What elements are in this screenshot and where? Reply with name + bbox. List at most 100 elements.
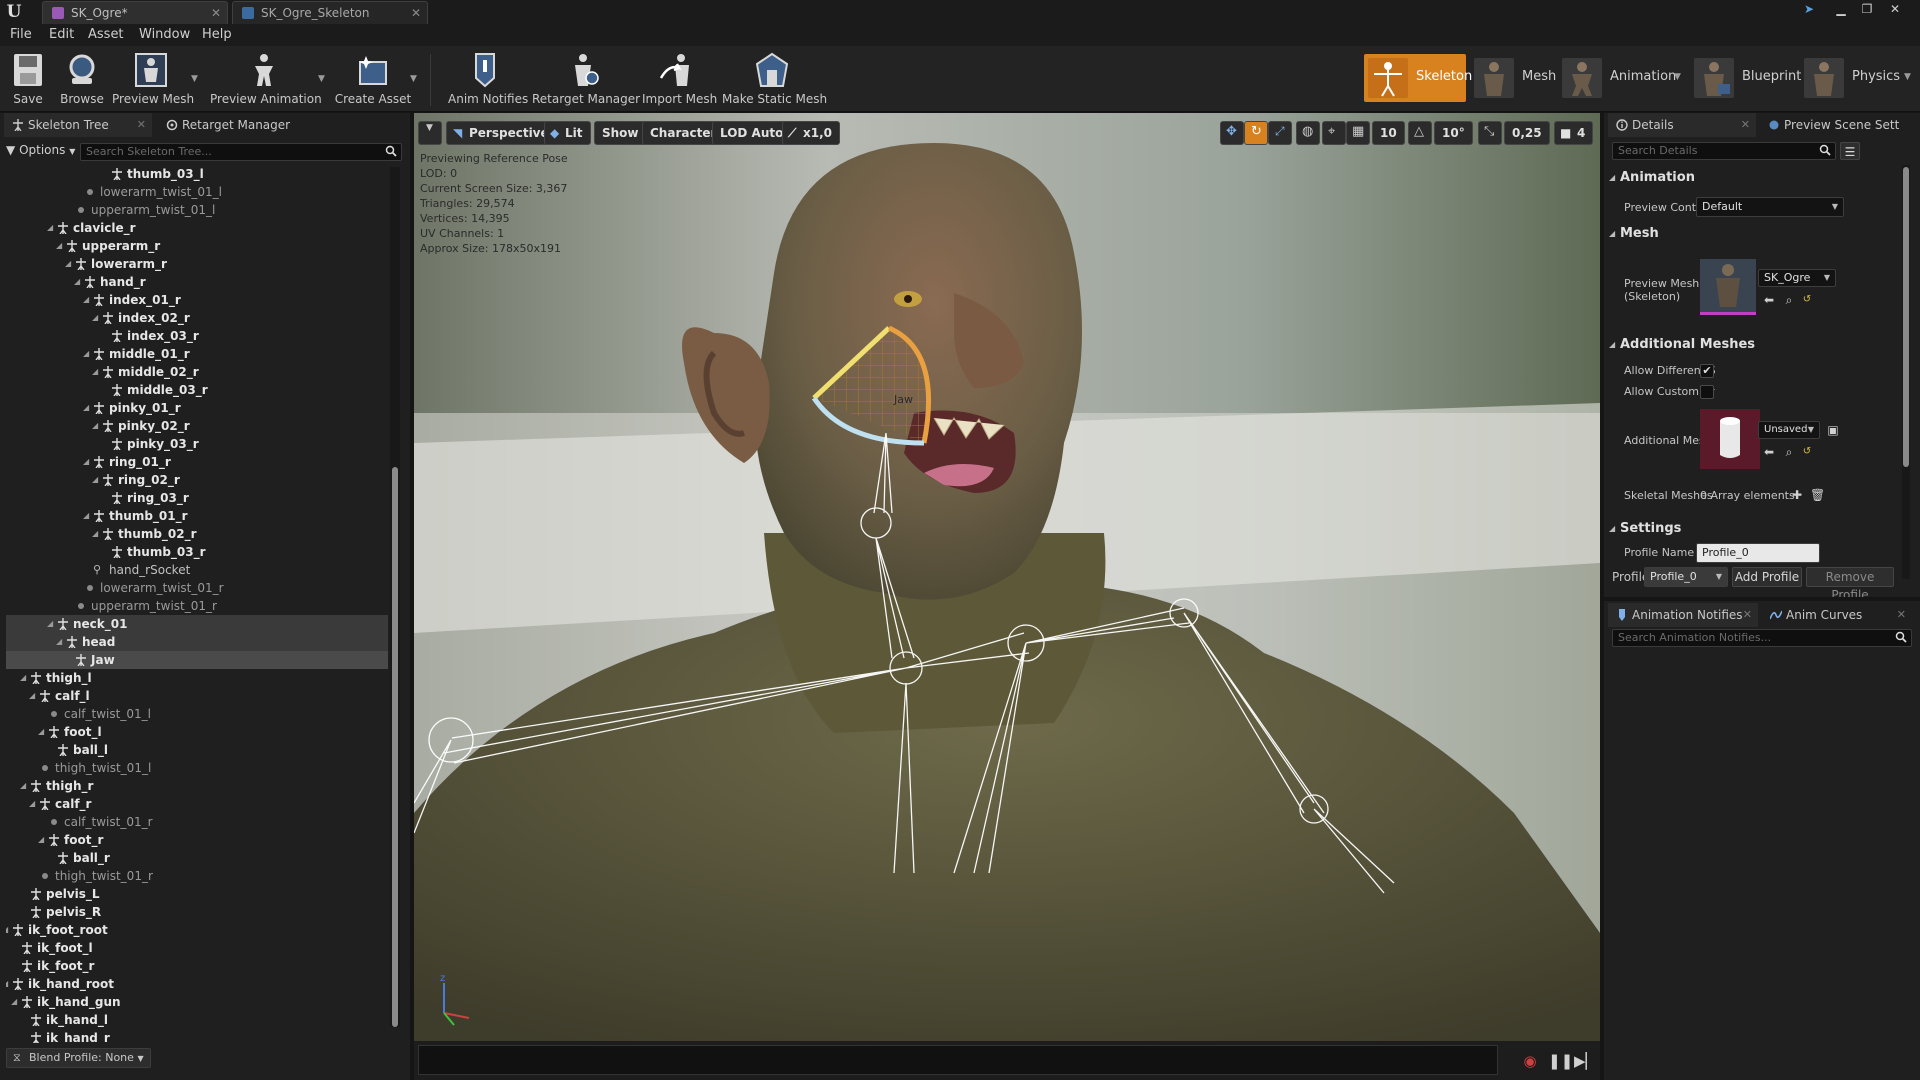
section-animation[interactable]: ◢ Animation [1608, 167, 1912, 189]
tab-skeleton-tree[interactable]: Skeleton Tree ✕ [4, 113, 152, 137]
profile-name-input[interactable]: Profile_0 [1696, 543, 1820, 563]
doc-tab-sk-ogre[interactable]: SK_Ogre* ✕ [42, 1, 228, 24]
expand-collapse-icon[interactable]: ◢ [38, 831, 47, 849]
mode-mesh-button[interactable]: Mesh [1470, 54, 1556, 102]
camera-speed-button[interactable]: ■ 4 [1554, 121, 1594, 145]
scale-snap-icon[interactable]: ⤡ [1478, 121, 1502, 145]
show-button[interactable]: Show [594, 121, 647, 145]
tree-row-hand_rsocket[interactable]: ⚲ hand_rSocket [6, 561, 388, 579]
close-tab-icon[interactable]: ✕ [137, 113, 146, 137]
search-details-input[interactable]: Search Details [1612, 142, 1836, 160]
physics-mode-dropdown-icon[interactable]: ▼ [1904, 72, 1911, 82]
expand-collapse-icon[interactable]: ◢ [83, 453, 92, 471]
tree-row-thumb_03_l[interactable]: thumb_03_l [6, 165, 388, 183]
tree-row-calf_r[interactable]: ◢ calf_r [6, 795, 388, 813]
rotation-snap-icon[interactable]: △ [1408, 121, 1432, 145]
perspective-button[interactable]: ◥ Perspective [446, 121, 557, 145]
tree-row-lowerarm_twist_01_l[interactable]: lowerarm_twist_01_l [6, 183, 388, 201]
tree-row-pinky_02_r[interactable]: ◢ pinky_02_r [6, 417, 388, 435]
tree-row-thumb_02_r[interactable]: ◢ thumb_02_r [6, 525, 388, 543]
tree-row-ring_01_r[interactable]: ◢ ring_01_r [6, 453, 388, 471]
tree-row-pinky_01_r[interactable]: ◢ pinky_01_r [6, 399, 388, 417]
tab-details[interactable]: Details ✕ [1608, 113, 1756, 137]
tree-row-foot_l[interactable]: ◢ foot_l [6, 723, 388, 741]
translate-tool-icon[interactable]: ✥ [1220, 121, 1244, 145]
tree-row-jaw[interactable]: Jaw [6, 651, 388, 669]
close-tab-icon[interactable]: ✕ [211, 2, 221, 24]
tree-row-calf_twist_01_l[interactable]: calf_twist_01_l [6, 705, 388, 723]
expand-collapse-icon[interactable]: ◢ [65, 255, 74, 273]
doc-tab-sk-ogre-skeleton[interactable]: SK_Ogre_Skeleton ✕ [232, 1, 428, 24]
menu-file[interactable]: File [10, 27, 32, 42]
expand-collapse-icon[interactable]: ◢ [6, 921, 11, 939]
expand-collapse-icon[interactable]: ◢ [92, 525, 101, 543]
minimize-icon[interactable]: ▁ [1830, 0, 1852, 20]
create-asset-dropdown-icon[interactable]: ▼ [410, 74, 417, 84]
tree-row-lowerarm_twist_01_r[interactable]: lowerarm_twist_01_r [6, 579, 388, 597]
lit-button[interactable]: ◆ Lit [544, 121, 591, 145]
tree-row-calf_twist_01_r[interactable]: calf_twist_01_r [6, 813, 388, 831]
tree-row-upperarm_r[interactable]: ◢ upperarm_r [6, 237, 388, 255]
reset-to-default-icon[interactable]: ↺ [1800, 293, 1814, 307]
expand-collapse-icon[interactable]: ◢ [92, 471, 101, 489]
mode-skeleton-button[interactable]: Skeleton [1364, 54, 1472, 102]
expand-collapse-icon[interactable]: ◢ [92, 417, 101, 435]
preview-mesh-select[interactable]: SK_Ogre ▼ [1758, 269, 1836, 287]
tree-row-ball_r[interactable]: ball_r [6, 849, 388, 867]
mode-blueprint-button[interactable]: Blueprint [1690, 54, 1801, 102]
expand-collapse-icon[interactable]: ◢ [38, 723, 47, 741]
additional-mesh-thumbnail[interactable] [1700, 409, 1760, 469]
scrollbar-thumb[interactable] [392, 467, 398, 1027]
rotation-snap-value[interactable]: 10° [1434, 121, 1473, 145]
tree-row-middle_01_r[interactable]: ◢ middle_01_r [6, 345, 388, 363]
tree-row-clavicle_r[interactable]: ◢ clavicle_r [6, 219, 388, 237]
expand-collapse-icon[interactable]: ◢ [29, 687, 38, 705]
expand-collapse-icon[interactable]: ◢ [47, 615, 56, 633]
close-window-icon[interactable]: ✕ [1884, 0, 1906, 20]
use-selected-asset-icon[interactable]: ⬅ [1762, 445, 1776, 459]
tab-retarget-manager[interactable]: Retarget Manager [158, 113, 300, 137]
expand-collapse-icon[interactable]: ◢ [83, 399, 92, 417]
use-selected-asset-icon[interactable]: ⬅ [1762, 293, 1776, 307]
preview-mesh-thumbnail[interactable] [1700, 259, 1756, 315]
tree-row-ik_foot_root[interactable]: ◢ ik_foot_root [6, 921, 388, 939]
step-forward-icon[interactable]: ▶▏ [1574, 1051, 1597, 1071]
scale-snap-value[interactable]: 0,25 [1504, 121, 1550, 145]
pause-icon[interactable]: ❚❚ [1548, 1051, 1573, 1071]
tree-row-pelvis_l[interactable]: pelvis_L [6, 885, 388, 903]
expand-collapse-icon[interactable]: ◢ [29, 795, 38, 813]
expand-collapse-icon[interactable]: ◢ [83, 507, 92, 525]
close-tab-icon[interactable]: ✕ [1741, 113, 1750, 137]
expand-collapse-icon[interactable]: ◢ [74, 273, 83, 291]
preview-mesh-button[interactable]: Preview Mesh [112, 50, 194, 108]
tab-animation-notifies[interactable]: Animation Notifies ✕ [1608, 603, 1758, 627]
tree-scrollbar[interactable] [390, 167, 400, 1027]
blend-profile-dropdown[interactable]: ⧖ Blend Profile: None ▼ [6, 1048, 151, 1068]
scale-tool-icon[interactable]: ⤢ [1268, 121, 1292, 145]
additional-mesh-select[interactable]: Unsaved ▼ [1758, 421, 1820, 439]
rotate-tool-icon[interactable]: ↻ [1244, 121, 1268, 145]
menu-help[interactable]: Help [202, 27, 232, 42]
menu-window[interactable]: Window [139, 27, 190, 42]
animation-mode-dropdown-icon[interactable]: ▼ [1674, 72, 1681, 82]
maximize-icon[interactable]: ❐ [1856, 0, 1878, 20]
tree-row-ik_hand_gun[interactable]: ◢ ik_hand_gun [6, 993, 388, 1011]
expand-collapse-icon[interactable]: ◢ [83, 345, 92, 363]
save-mesh-icon[interactable]: ▣ [1826, 423, 1840, 437]
tree-row-ring_02_r[interactable]: ◢ ring_02_r [6, 471, 388, 489]
search-animation-notifies-input[interactable]: Search Animation Notifies... [1612, 629, 1912, 647]
search-skeleton-tree-input[interactable]: Search Skeleton Tree... [80, 143, 402, 161]
expand-collapse-icon[interactable]: ◢ [56, 633, 65, 651]
tree-row-thumb_03_r[interactable]: thumb_03_r [6, 543, 388, 561]
tree-row-pelvis_r[interactable]: pelvis_R [6, 903, 388, 921]
reset-to-default-icon[interactable]: ↺ [1800, 445, 1814, 459]
expand-collapse-icon[interactable]: ◢ [92, 309, 101, 327]
make-static-mesh-button[interactable]: Make Static Mesh [722, 50, 827, 108]
preview-mesh-dropdown-icon[interactable]: ▼ [191, 74, 198, 84]
playback-speed-button[interactable]: ⟋ x1,0 [782, 121, 840, 145]
expand-collapse-icon[interactable]: ◢ [20, 777, 29, 795]
save-button[interactable]: Save [6, 50, 50, 108]
preview-animation-dropdown-icon[interactable]: ▼ [318, 74, 325, 84]
options-dropdown[interactable]: ▼ Options ▼ [6, 143, 75, 157]
feedback-icon[interactable]: ➤ [1798, 0, 1820, 20]
